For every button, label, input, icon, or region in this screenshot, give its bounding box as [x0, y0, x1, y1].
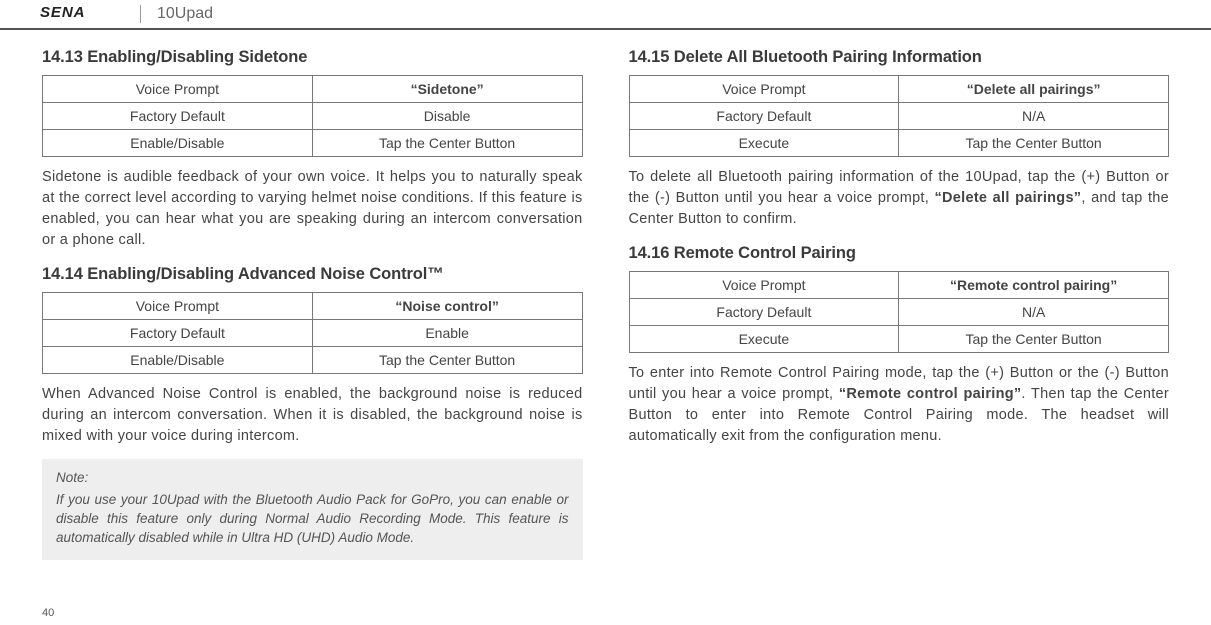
cell-value: N/A	[899, 299, 1169, 326]
cell-label: Factory Default	[629, 299, 899, 326]
brand-logo: SENA	[40, 4, 124, 25]
cell-label: Enable/Disable	[43, 130, 313, 157]
section-title: 14.14 Enabling/Disabling Advanced Noise …	[42, 265, 583, 284]
note-body: If you use your 10Upad with the Bluetoot…	[56, 492, 569, 545]
settings-table: Voice Prompt “Delete all pairings” Facto…	[629, 75, 1170, 157]
cell-value: Tap the Center Button	[312, 130, 582, 157]
section-body: To enter into Remote Control Pairing mod…	[629, 363, 1170, 447]
cell-label: Factory Default	[43, 320, 313, 347]
section-14-15: 14.15 Delete All Bluetooth Pairing Infor…	[629, 48, 1170, 230]
cell-value: “Remote control pairing”	[899, 272, 1169, 299]
cell-label: Voice Prompt	[43, 76, 313, 103]
body-bold: “Remote control pairing”	[839, 386, 1022, 402]
note-label: Note:	[56, 469, 569, 488]
page-header: SENA 10Upad	[0, 0, 1211, 30]
section-14-13: 14.13 Enabling/Disabling Sidetone Voice …	[42, 48, 583, 251]
cell-label: Enable/Disable	[43, 347, 313, 374]
cell-value: Enable	[312, 320, 582, 347]
cell-value: “Sidetone”	[312, 76, 582, 103]
cell-label: Voice Prompt	[43, 293, 313, 320]
cell-value: “Noise control”	[312, 293, 582, 320]
section-title: 14.16 Remote Control Pairing	[629, 244, 1170, 263]
header-divider	[140, 5, 141, 23]
settings-table: Voice Prompt “Noise control” Factory Def…	[42, 292, 583, 374]
section-body: When Advanced Noise Control is enabled, …	[42, 384, 583, 447]
cell-label: Factory Default	[629, 103, 899, 130]
cell-value: “Delete all pairings”	[899, 76, 1169, 103]
left-column: 14.13 Enabling/Disabling Sidetone Voice …	[42, 48, 583, 574]
section-14-16: 14.16 Remote Control Pairing Voice Promp…	[629, 244, 1170, 447]
product-name: 10Upad	[157, 5, 213, 23]
cell-value: Tap the Center Button	[312, 347, 582, 374]
cell-label: Execute	[629, 326, 899, 353]
body-bold: “Delete all pairings”	[934, 190, 1081, 206]
section-body: Sidetone is audible feedback of your own…	[42, 167, 583, 251]
svg-text:SENA: SENA	[40, 4, 85, 20]
cell-value: Disable	[312, 103, 582, 130]
settings-table: Voice Prompt “Remote control pairing” Fa…	[629, 271, 1170, 353]
cell-label: Voice Prompt	[629, 272, 899, 299]
right-column: 14.15 Delete All Bluetooth Pairing Infor…	[629, 48, 1170, 574]
section-title: 14.15 Delete All Bluetooth Pairing Infor…	[629, 48, 1170, 67]
cell-value: Tap the Center Button	[899, 130, 1169, 157]
note-box: Note: If you use your 10Upad with the Bl…	[42, 459, 583, 560]
cell-value: Tap the Center Button	[899, 326, 1169, 353]
cell-label: Factory Default	[43, 103, 313, 130]
cell-value: N/A	[899, 103, 1169, 130]
cell-label: Voice Prompt	[629, 76, 899, 103]
cell-label: Execute	[629, 130, 899, 157]
section-title: 14.13 Enabling/Disabling Sidetone	[42, 48, 583, 67]
section-14-14: 14.14 Enabling/Disabling Advanced Noise …	[42, 265, 583, 560]
settings-table: Voice Prompt “Sidetone” Factory Default …	[42, 75, 583, 157]
page-number: 40	[42, 607, 54, 619]
section-body: To delete all Bluetooth pairing informat…	[629, 167, 1170, 230]
page-content: 14.13 Enabling/Disabling Sidetone Voice …	[0, 30, 1211, 574]
